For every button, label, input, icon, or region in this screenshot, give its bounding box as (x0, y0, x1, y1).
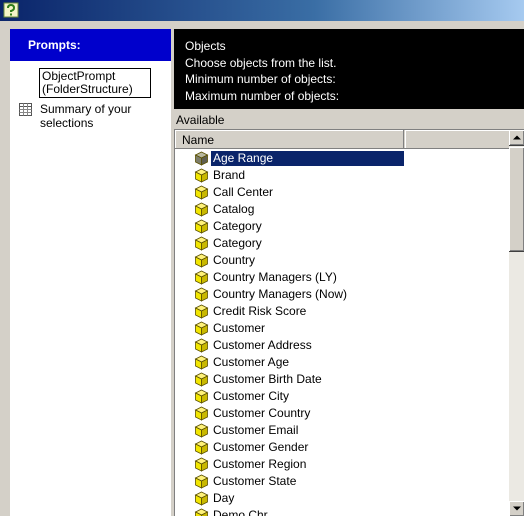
object-cube-icon (194, 253, 209, 268)
summary-link[interactable]: Summary of your selections (40, 102, 160, 130)
object-cube-icon (194, 440, 209, 455)
list-item[interactable]: Customer Region (193, 456, 413, 473)
object-cube-icon (194, 219, 209, 234)
list-item[interactable]: Category (193, 235, 413, 252)
scroll-thumb[interactable] (509, 147, 524, 252)
help-app-icon (3, 2, 19, 18)
prompt-item-objectprompt[interactable]: ObjectPrompt (FolderStructure) (39, 68, 151, 98)
object-cube-icon (194, 355, 209, 370)
object-cube-icon (194, 202, 209, 217)
list-item-label: Category (213, 219, 262, 233)
column-header-name[interactable]: Name (175, 130, 404, 148)
list-item-label: Demo Chr... (213, 508, 278, 516)
list-item-label: Customer Email (213, 423, 299, 437)
object-cube-icon (194, 168, 209, 183)
list-item-label: Credit Risk Score (213, 304, 307, 318)
list-item[interactable]: Catalog (193, 201, 413, 218)
object-prompt-pane: Objects Choose objects from the list. Mi… (174, 29, 524, 516)
list-item[interactable]: Age Range (193, 150, 413, 167)
list-item-label: Day (213, 491, 235, 505)
arrow-up-icon (513, 135, 521, 140)
column-header-filler (405, 130, 509, 148)
list-item-label: Age Range (211, 151, 404, 166)
object-cube-icon (194, 406, 209, 421)
prompts-pane: Prompts: ObjectPrompt (FolderStructure) … (10, 29, 171, 516)
object-cube-icon (194, 287, 209, 302)
list-item[interactable]: Customer (193, 320, 413, 337)
list-item[interactable]: Customer Birth Date (193, 371, 413, 388)
vertical-scrollbar[interactable] (509, 130, 524, 516)
list-item[interactable]: Customer Age (193, 354, 413, 371)
list-item-label: Call Center (213, 185, 274, 199)
list-item-label: Customer State (213, 474, 297, 488)
list-item[interactable]: Customer Address (193, 337, 413, 354)
list-item[interactable]: Customer Country (193, 405, 413, 422)
list-item-label: Customer Birth Date (213, 372, 322, 386)
list-item[interactable]: Country Managers (Now) (193, 286, 413, 303)
list-item-label: Customer Gender (213, 440, 309, 454)
list-item[interactable]: Country Managers (LY) (193, 269, 413, 286)
summary-grid-icon (19, 103, 32, 116)
list-item-label: Country Managers (Now) (213, 287, 348, 301)
prompt-instruction: Choose objects from the list. (185, 55, 337, 70)
object-cube-icon (194, 270, 209, 285)
list-item-label: Brand (213, 168, 246, 182)
window-titlebar[interactable] (0, 0, 524, 21)
list-item-label: Customer Country (213, 406, 311, 420)
list-rows: Age Range Brand Call Center Catalog Category… (175, 149, 509, 516)
list-item-label: Country Managers (LY) (213, 270, 337, 284)
list-item[interactable]: Day (193, 490, 413, 507)
list-item-label: Country (213, 253, 256, 267)
list-item-label: Customer Age (213, 355, 290, 369)
object-cube-icon (194, 151, 209, 166)
list-item-label: Customer Region (213, 457, 307, 471)
object-cube-icon (194, 508, 209, 516)
list-item[interactable]: Category (193, 218, 413, 235)
object-cube-icon (194, 338, 209, 353)
list-item[interactable]: Customer Email (193, 422, 413, 439)
list-item[interactable]: Call Center (193, 184, 413, 201)
list-item-label: Customer City (213, 389, 290, 403)
object-cube-icon (194, 321, 209, 336)
min-objects-label: Minimum number of objects: (185, 72, 336, 86)
object-cube-icon (194, 423, 209, 438)
list-item[interactable]: Customer City (193, 388, 413, 405)
list-item-label: Catalog (213, 202, 255, 216)
object-cube-icon (194, 236, 209, 251)
list-item[interactable]: Customer State (193, 473, 413, 490)
list-item-label: Category (213, 236, 262, 250)
object-cube-icon (194, 457, 209, 472)
list-item[interactable]: Credit Risk Score (193, 303, 413, 320)
object-cube-icon (194, 372, 209, 387)
list-column-header: Name (175, 130, 509, 149)
list-item[interactable]: Brand (193, 167, 413, 184)
scroll-down-button[interactable] (509, 501, 524, 516)
max-objects-label: Maximum number of objects: (185, 88, 340, 103)
prompt-info-box: Objects Choose objects from the list. Mi… (174, 29, 524, 109)
available-objects-list[interactable]: Name Age Range Brand Call Center Catalog Cat… (174, 129, 524, 516)
list-item[interactable]: Demo Chr... (193, 507, 413, 516)
list-item-label: Customer Address (213, 338, 312, 352)
prompt-title: Objects (185, 39, 226, 53)
arrow-down-icon (513, 506, 521, 511)
object-cube-icon (194, 304, 209, 319)
object-cube-icon (194, 491, 209, 506)
list-item-label: Customer (213, 321, 266, 335)
list-item[interactable]: Customer Gender (193, 439, 413, 456)
object-cube-icon (194, 185, 209, 200)
prompts-header: Prompts: (10, 29, 171, 61)
list-item[interactable]: Country (193, 252, 413, 269)
object-cube-icon (194, 474, 209, 489)
available-label: Available (176, 113, 225, 127)
object-cube-icon (194, 389, 209, 404)
scroll-up-button[interactable] (509, 130, 524, 146)
